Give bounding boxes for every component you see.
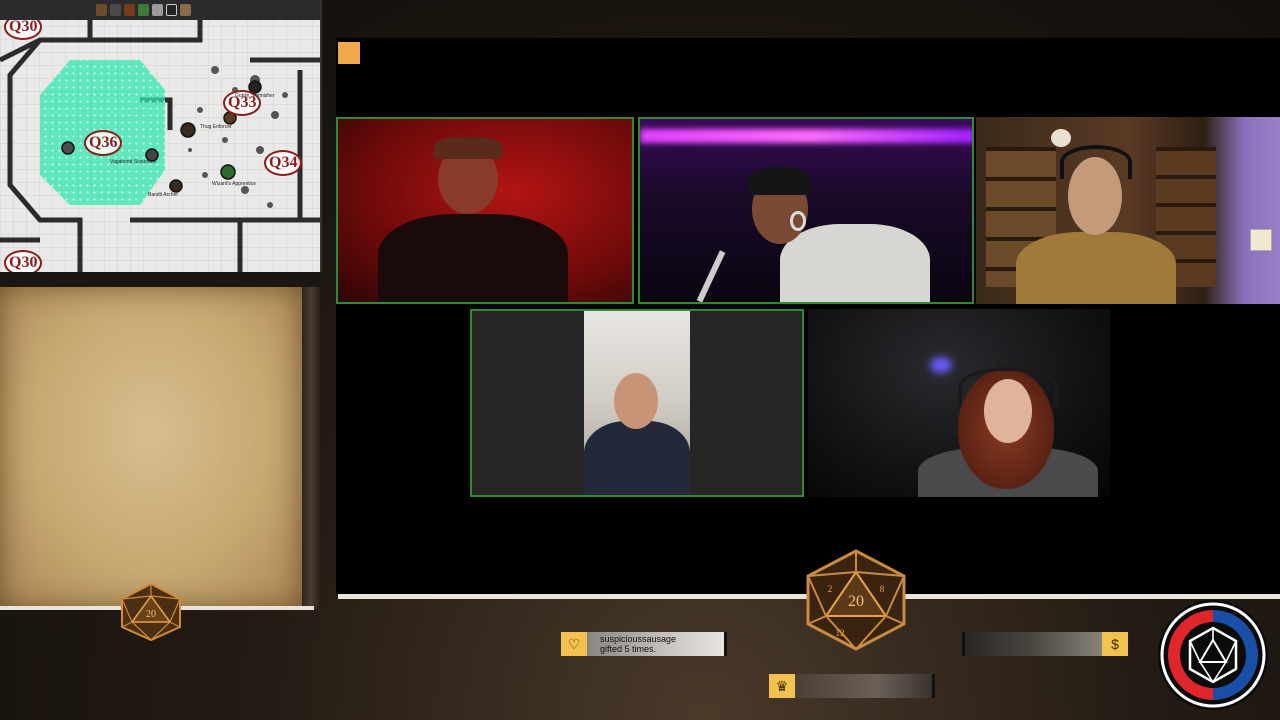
sub-alert-user: suspicioussausage — [600, 634, 677, 644]
panel-frame — [302, 287, 320, 609]
donation-alert: $ — [962, 632, 1128, 656]
webcam-player-4[interactable] — [470, 309, 804, 497]
svg-text:12: 12 — [836, 628, 845, 638]
headphone — [790, 211, 806, 231]
token-label: Wizard's Apprentice — [212, 181, 257, 187]
sub-alert-message: gifted 5 times. — [600, 644, 657, 654]
d20-dice-left-icon: 20 — [121, 582, 181, 642]
top-supporter-alert: ♛ — [769, 674, 935, 698]
sub-alert: ♡ suspicioussausage gifted 5 times. — [561, 632, 727, 656]
token-label: Vagabond Scoundrel — [110, 159, 157, 165]
shirt-print — [614, 451, 662, 461]
room-label-q30-bottom: Q30 — [4, 250, 43, 272]
svg-text:8: 8 — [880, 584, 885, 594]
d20-dice-center-icon: 20 2 8 12 — [806, 549, 906, 651]
toolbar-token-icon[interactable] — [124, 4, 135, 16]
player-figure — [1016, 232, 1176, 304]
webcam-player-1[interactable] — [336, 117, 634, 304]
toolbar-token-icon[interactable] — [96, 4, 107, 16]
webcam-player-3[interactable] — [976, 117, 1280, 304]
skull-decor — [1051, 129, 1071, 147]
parchment-panel — [0, 287, 302, 609]
headphones — [1060, 145, 1132, 179]
player-figure — [378, 214, 568, 302]
beanie — [748, 167, 810, 195]
phone-feed — [584, 311, 690, 495]
map-bottom-bar — [0, 272, 322, 287]
toolbar-token-icon[interactable] — [138, 4, 149, 16]
toolbar-token-icon[interactable] — [166, 4, 177, 16]
led-strip — [640, 129, 972, 143]
cap — [434, 137, 502, 159]
crown-icon: ♛ — [769, 674, 795, 698]
player-figure — [780, 224, 930, 302]
map-toolbar — [0, 0, 320, 20]
heart-icon: ♡ — [561, 632, 587, 656]
blue-light — [930, 357, 952, 373]
player-head — [614, 373, 658, 429]
wall-outlet — [1250, 229, 1272, 251]
svg-text:2: 2 — [828, 584, 833, 594]
toolbar-token-icon[interactable] — [152, 4, 163, 16]
token-label: Goblin Skirmisher — [235, 93, 275, 99]
speaker-indicator — [338, 42, 360, 64]
dollar-icon: $ — [1102, 632, 1128, 656]
webcam-player-2[interactable] — [638, 117, 974, 304]
webcam-player-5[interactable] — [808, 309, 1110, 497]
svg-text:20: 20 — [146, 609, 156, 620]
battle-map[interactable]: Q30 Q33 Q36 Q34 Q30 Vagabond Scoundrel W… — [0, 0, 322, 272]
token-label: Bandit Archer — [148, 192, 179, 198]
channel-logo — [1158, 600, 1268, 710]
toolbar-token-icon[interactable] — [180, 4, 191, 16]
microphone — [696, 250, 726, 302]
token-label: Thug Enforcer — [200, 124, 232, 130]
map-grid — [0, 0, 320, 272]
svg-text:20: 20 — [848, 593, 864, 610]
headphones — [958, 367, 1058, 407]
stream-overlay: Q30 Q33 Q36 Q34 Q30 Vagabond Scoundrel W… — [0, 0, 1280, 720]
toolbar-token-icon[interactable] — [110, 4, 121, 16]
